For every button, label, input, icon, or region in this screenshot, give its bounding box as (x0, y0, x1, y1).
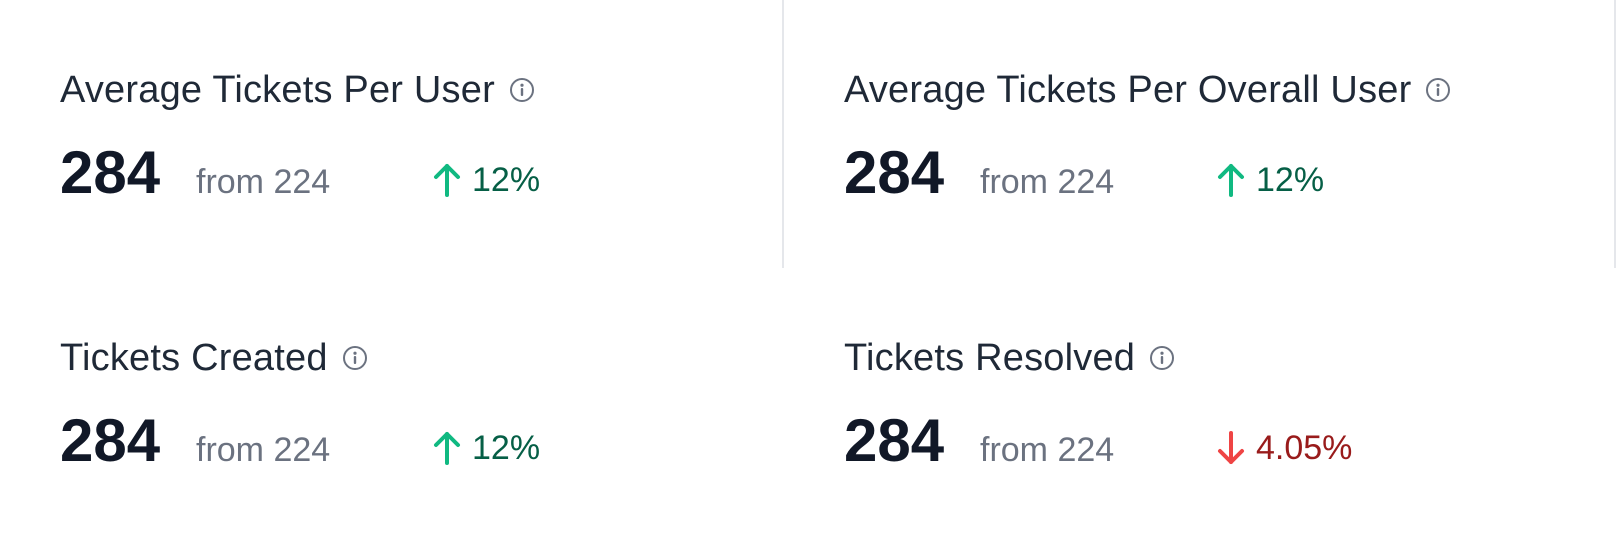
stat-change-value: 4.05% (1256, 429, 1353, 467)
stat-title: Average Tickets Per User (60, 68, 495, 111)
stat-value-row: 284 from 224 12% (60, 138, 780, 218)
stat-change-badge: 12% (1216, 160, 1324, 200)
stat-title: Tickets Created (60, 336, 328, 379)
stat-title: Tickets Resolved (844, 336, 1136, 379)
stat-card-average-tickets-per-overall-user: Average Tickets Per Overall User 284 fro… (844, 68, 1564, 268)
info-circle-icon[interactable] (1425, 77, 1451, 103)
stat-title-row: Tickets Created (60, 336, 780, 380)
info-circle-icon[interactable] (509, 77, 535, 103)
stat-change-value: 12% (472, 429, 541, 467)
stat-previous-value: from 224 (980, 163, 1115, 201)
stat-value: 284 (60, 139, 161, 206)
stat-change-badge: 12% (432, 160, 540, 200)
stat-value: 284 (844, 407, 945, 474)
stat-value: 284 (844, 139, 945, 206)
stat-change-value: 12% (1256, 161, 1325, 199)
stat-title-row: Average Tickets Per User (60, 68, 780, 112)
arrow-up-icon (434, 432, 460, 465)
arrow-down-icon (1218, 431, 1244, 464)
arrow-up-icon (434, 164, 460, 197)
stat-card-tickets-created: Tickets Created 284 from 224 12% (60, 336, 780, 536)
stat-previous-value: from 224 (196, 163, 331, 201)
info-circle-icon[interactable] (1149, 345, 1175, 371)
stat-change-badge: 4.05% (1216, 428, 1352, 468)
stat-value: 284 (60, 407, 161, 474)
stat-value-row: 284 from 224 12% (844, 138, 1564, 218)
stat-change-badge: 12% (432, 428, 540, 468)
stat-card-tickets-resolved: Tickets Resolved 284 from 224 4.05% (844, 336, 1564, 536)
stat-card-average-tickets-per-user: Average Tickets Per User 284 from 224 12… (60, 68, 780, 268)
column-divider (782, 0, 784, 268)
stat-title-row: Average Tickets Per Overall User (844, 68, 1564, 112)
stat-previous-value: from 224 (196, 431, 331, 469)
stat-change-value: 12% (472, 161, 541, 199)
info-circle-icon[interactable] (342, 345, 368, 371)
stat-title-row: Tickets Resolved (844, 336, 1564, 380)
stats-grid: Average Tickets Per User 284 from 224 12… (0, 0, 1616, 554)
stat-value-row: 284 from 224 4.05% (844, 406, 1564, 486)
stat-value-row: 284 from 224 12% (60, 406, 780, 486)
stat-previous-value: from 224 (980, 431, 1115, 469)
stat-title: Average Tickets Per Overall User (844, 68, 1412, 111)
arrow-up-icon (1218, 164, 1244, 197)
